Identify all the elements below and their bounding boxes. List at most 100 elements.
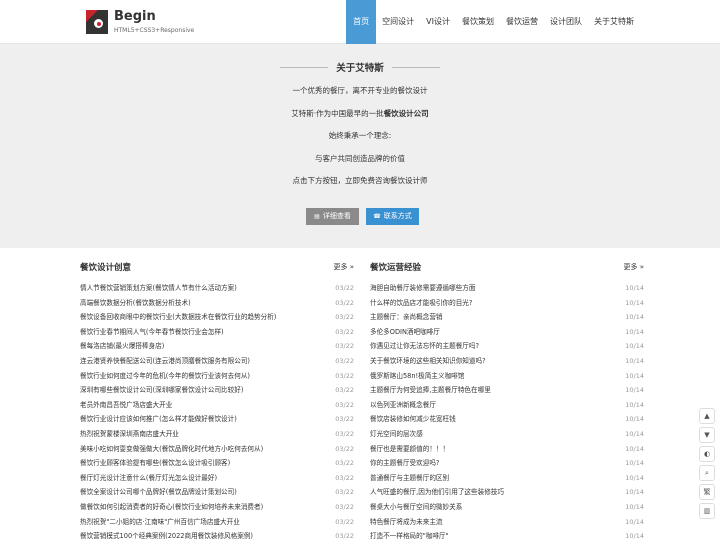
scroll-down-icon[interactable]: ▼ — [699, 427, 715, 443]
article-date: 10/14 — [625, 313, 644, 322]
article-date: 03/22 — [335, 517, 354, 526]
article-title[interactable]: 你的主题餐厅受欢迎吗? — [370, 456, 439, 471]
list-item[interactable]: 热烈祝贺"二小姐的店·江南味"广州百信广场店盛大开业 03/22 — [80, 515, 354, 530]
logo[interactable]: Begin HTML5+CSS3+Responsive — [86, 8, 194, 36]
article-title[interactable]: 美味小吃如何耍变做强做大(餐饮品牌化时代地方小吃何去何从) — [80, 442, 263, 457]
list-item[interactable]: 情人节餐饮营销策划方案(餐饮情人节有什么活动方案) 03/22 — [80, 281, 354, 296]
list-item[interactable]: 热烈祝贺蒙楼深圳燕南店盛大开业 03/22 — [80, 427, 354, 442]
article-title[interactable]: 热烈祝贺蒙楼深圳燕南店盛大开业 — [80, 427, 179, 442]
article-date: 03/22 — [335, 415, 354, 424]
list-item[interactable]: 主题餐厅为何受追捧,主题餐厅特色在哪里 10/14 — [370, 383, 644, 398]
article-title[interactable]: 餐饮店装修如何减少花宽枉钱 — [370, 412, 456, 427]
nav-about[interactable]: 关于艾特斯 — [588, 0, 640, 44]
nav-catering-operation[interactable]: 餐饮运营 — [500, 0, 544, 44]
list-item[interactable]: 做餐饮如何引起消费者的好奇心(餐饮行业如何培养未来消费者) 03/22 — [80, 500, 354, 515]
article-date: 03/22 — [335, 386, 354, 395]
list-item[interactable]: 俄罗斯喀山58n!极简主义咖啡馆 10/14 — [370, 369, 644, 384]
article-date: 10/14 — [625, 459, 644, 468]
article-title[interactable]: 餐饮行业设计应该如何推广(怎么样才能做好餐饮设计) — [80, 412, 237, 427]
article-title[interactable]: 打造不一样格局的"咖啡厅" — [370, 529, 449, 540]
article-title[interactable]: 主题餐厅为何受追捧,主题餐厅特色在哪里 — [370, 383, 491, 398]
nav-home[interactable]: 首页 — [346, 0, 377, 44]
article-title[interactable]: 人气旺盛的餐厅,因为他们引用了这些装修技巧 — [370, 485, 504, 500]
list-item[interactable]: 餐饮行业设计应该如何推广(怎么样才能做好餐饮设计) 03/22 — [80, 412, 354, 427]
article-title[interactable]: 热烈祝贺"二小姐的店·江南味"广州百信广场店盛大开业 — [80, 515, 240, 530]
contact-button[interactable]: ☎ 联系方式 — [366, 208, 419, 225]
list-item[interactable]: 关于餐饮环境的这些相关知识你知道吗? 10/14 — [370, 354, 644, 369]
list-item[interactable]: 餐饮全案设计公司哪个品牌好(餐饮品牌设计策划公司) 03/22 — [80, 485, 354, 500]
article-title[interactable]: 你遇见过让你无法忘怀的主题餐厅吗? — [370, 339, 479, 354]
article-title[interactable]: 老员外南昌吾悦广场店盛大开业 — [80, 398, 172, 413]
logo-icon — [86, 10, 108, 34]
scroll-up-icon[interactable]: ▲ — [699, 408, 715, 424]
article-title[interactable]: 主题餐厅：亲尚概念营销 — [370, 310, 443, 325]
nav-catering-planning[interactable]: 餐饮策划 — [456, 0, 500, 44]
more-link[interactable]: 更多 » — [333, 262, 354, 272]
list-item[interactable]: 餐饮店装修如何减少花宽枉钱 10/14 — [370, 412, 644, 427]
detail-button[interactable]: ▤ 详细查看 — [306, 208, 359, 225]
list-item[interactable]: 餐饮行业春节期间人气(今年春节餐饮行业会怎样) 03/22 — [80, 325, 354, 340]
list-item[interactable]: 以色列亚洲新概念餐厅 10/14 — [370, 398, 644, 413]
list-item[interactable]: 深圳有哪些餐饮设计公司(深圳哪家餐饮设计公司比较好) 03/22 — [80, 383, 354, 398]
article-title[interactable]: 餐每洛店铺(最火爆搭棒身店) — [80, 339, 164, 354]
list-item[interactable]: 餐桌大小与餐厅空间的微妙关系 10/14 — [370, 500, 644, 515]
list-item[interactable]: 餐饮设备回收商眼中的餐饮行业(大数据技术在餐饮行业的趋势分析) 03/22 — [80, 310, 354, 325]
list-item[interactable]: 主题餐厅：亲尚概念营销 10/14 — [370, 310, 644, 325]
list-item[interactable]: 餐饮营销模式100个经典案例(2022商用餐饮装修风格案例) 03/22 — [80, 529, 354, 540]
list-item[interactable]: 餐饮行业如何度过今年的危机(今年的餐饮行业该何去何从) 03/22 — [80, 369, 354, 384]
list-item[interactable]: 海胆自助餐厅装修需要遵循哪些方面 10/14 — [370, 281, 644, 296]
article-title[interactable]: 餐饮行业如何度过今年的危机(今年的餐饮行业该何去何从) — [80, 369, 250, 384]
list-item[interactable]: 什么样的饮品店才能吸引你的目光? 10/14 — [370, 296, 644, 311]
about-title: 关于艾特斯 — [336, 63, 384, 74]
article-title[interactable]: 灯光空间的层次感 — [370, 427, 423, 442]
article-title[interactable]: 多伦多ODIN酒吧咖啡厅 — [370, 325, 440, 340]
article-title[interactable]: 情人节餐饮营销策划方案(餐饮情人节有什么活动方案) — [80, 281, 237, 296]
list-item[interactable]: 餐饮行业顾客体验提有哪些(餐饮怎么设计吸引顾客) 03/22 — [80, 456, 354, 471]
list-item[interactable]: 你的主题餐厅受欢迎吗? 10/14 — [370, 456, 644, 471]
article-title[interactable]: 特色餐厅将成为未来主流 — [370, 515, 443, 530]
list-item[interactable]: 高端餐饮数据分析(餐饮数据分析技术) 03/22 — [80, 296, 354, 311]
qrcode-icon[interactable]: ▥ — [699, 503, 715, 519]
title-divider-left — [280, 66, 329, 68]
article-title[interactable]: 深圳有哪些餐饮设计公司(深圳哪家餐饮设计公司比较好) — [80, 383, 243, 398]
article-title[interactable]: 以色列亚洲新概念餐厅 — [370, 398, 436, 413]
list-item[interactable]: 餐厅也是需要颜值的！！！ 10/14 — [370, 442, 644, 457]
list-item[interactable]: 你遇见过让你无法忘怀的主题餐厅吗? 10/14 — [370, 339, 644, 354]
search-icon[interactable]: ⌕ — [699, 465, 715, 481]
list-item[interactable]: 打造不一样格局的"咖啡厅" 10/14 — [370, 529, 644, 540]
article-title[interactable]: 高端餐饮数据分析(餐饮数据分析技术) — [80, 296, 191, 311]
list-item[interactable]: 餐厅灯光设计注意什么(餐厅灯光怎么设计最好) 03/22 — [80, 471, 354, 486]
article-title[interactable]: 连云港贤养快餐配送公司(连云港尚顶膳餐饮服务有限公司) — [80, 354, 250, 369]
list-item[interactable]: 连云港贤养快餐配送公司(连云港尚顶膳餐饮服务有限公司) 03/22 — [80, 354, 354, 369]
nav-design-team[interactable]: 设计团队 — [544, 0, 588, 44]
list-item[interactable]: 餐每洛店铺(最火爆搭棒身店) 03/22 — [80, 339, 354, 354]
article-title[interactable]: 俄罗斯喀山58n!极简主义咖啡馆 — [370, 369, 464, 384]
article-title[interactable]: 餐桌大小与餐厅空间的微妙关系 — [370, 500, 462, 515]
more-link[interactable]: 更多 » — [623, 262, 644, 272]
article-title[interactable]: 餐饮行业顾客体验提有哪些(餐饮怎么设计吸引顾客) — [80, 456, 230, 471]
article-title[interactable]: 普通餐厅与主题餐厅的区别 — [370, 471, 449, 486]
article-title[interactable]: 餐厅也是需要颜值的！！！ — [370, 442, 449, 457]
article-title[interactable]: 做餐饮如何引起消费者的好奇心(餐饮行业如何培养未来消费者) — [80, 500, 263, 515]
list-item[interactable]: 美味小吃如何耍变做强做大(餐饮品牌化时代地方小吃何去何从) 03/22 — [80, 442, 354, 457]
article-title[interactable]: 海胆自助餐厅装修需要遵循哪些方面 — [370, 281, 476, 296]
article-title[interactable]: 餐饮全案设计公司哪个品牌好(餐饮品牌设计策划公司) — [80, 485, 237, 500]
article-title[interactable]: 餐饮营销模式100个经典案例(2022商用餐饮装修风格案例) — [80, 529, 253, 540]
article-title[interactable]: 什么样的饮品店才能吸引你的目光? — [370, 296, 472, 311]
list-item[interactable]: 特色餐厅将成为未来主流 10/14 — [370, 515, 644, 530]
nav-vi-design[interactable]: VI设计 — [420, 0, 456, 44]
theme-toggle-icon[interactable]: ◐ — [699, 446, 715, 462]
article-date: 03/22 — [335, 342, 354, 351]
nav-space-design[interactable]: 空间设计 — [376, 0, 420, 44]
article-title[interactable]: 餐饮行业春节期间人气(今年春节餐饮行业会怎样) — [80, 325, 224, 340]
list-item[interactable]: 老员外南昌吾悦广场店盛大开业 03/22 — [80, 398, 354, 413]
list-item[interactable]: 多伦多ODIN酒吧咖啡厅 10/14 — [370, 325, 644, 340]
article-title[interactable]: 关于餐饮环境的这些相关知识你知道吗? — [370, 354, 486, 369]
list-item[interactable]: 人气旺盛的餐厅,因为他们引用了这些装修技巧 10/14 — [370, 485, 644, 500]
list-item[interactable]: 灯光空间的层次感 10/14 — [370, 427, 644, 442]
article-title[interactable]: 餐饮设备回收商眼中的餐饮行业(大数据技术在餐饮行业的趋势分析) — [80, 310, 276, 325]
article-title[interactable]: 餐厅灯光设计注意什么(餐厅灯光怎么设计最好) — [80, 471, 217, 486]
traditional-chinese-toggle[interactable]: 繁 — [699, 484, 715, 500]
list-item[interactable]: 普通餐厅与主题餐厅的区别 10/14 — [370, 471, 644, 486]
article-date: 10/14 — [625, 488, 644, 497]
